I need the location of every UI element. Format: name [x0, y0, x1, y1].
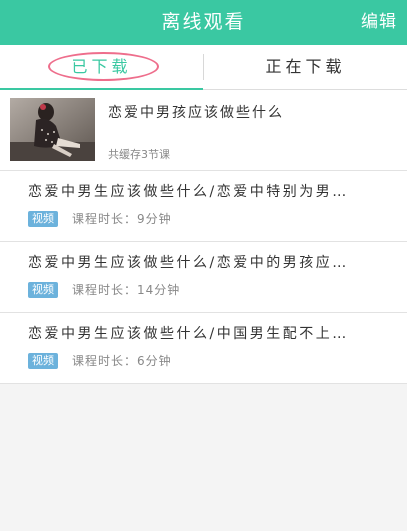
video-title: 恋爱中男生应该做些什么/恋爱中的男孩应… — [28, 255, 349, 271]
video-duration: 课程时长：14分钟 — [72, 283, 181, 297]
page-title: 离线观看 — [161, 11, 246, 33]
edit-button[interactable]: 编辑 — [361, 0, 397, 45]
video-list-item[interactable]: 恋爱中男生应该做些什么/恋爱中的男孩应… 视频 课程时长：14分钟 — [0, 242, 407, 313]
video-list-item[interactable]: 恋爱中男生应该做些什么/中国男生配不上… 视频 课程时长：6分钟 — [0, 313, 407, 384]
video-badge: 视频 — [28, 211, 58, 227]
video-duration: 课程时长：9分钟 — [72, 212, 172, 226]
download-tabs: 已下载 正在下载 — [0, 45, 407, 90]
app-header: 离线观看 编辑 — [0, 0, 407, 45]
video-duration: 课程时长：6分钟 — [72, 354, 172, 368]
course-title: 恋爱中男孩应该做些什么 — [108, 105, 284, 121]
video-badge: 视频 — [28, 353, 58, 369]
cached-count-text: 共缓存3节课 — [108, 148, 170, 161]
video-badge: 视频 — [28, 282, 58, 298]
course-group-item[interactable]: 恋爱中男孩应该做些什么 共缓存3节课 — [0, 90, 407, 171]
course-thumbnail-image — [10, 98, 95, 161]
tab-highlight-circle — [48, 52, 159, 81]
course-thumbnail — [10, 98, 95, 161]
video-list-item[interactable]: 恋爱中男生应该做些什么/恋爱中特别为男… 视频 课程时长：9分钟 — [0, 171, 407, 242]
tab-downloading[interactable]: 正在下载 — [204, 45, 407, 89]
offline-list: 恋爱中男孩应该做些什么 共缓存3节课 恋爱中男生应该做些什么/恋爱中特别为男… … — [0, 90, 407, 384]
tab-downloading-label: 正在下载 — [265, 57, 346, 76]
video-title: 恋爱中男生应该做些什么/恋爱中特别为男… — [28, 184, 349, 200]
video-title: 恋爱中男生应该做些什么/中国男生配不上… — [28, 326, 349, 342]
